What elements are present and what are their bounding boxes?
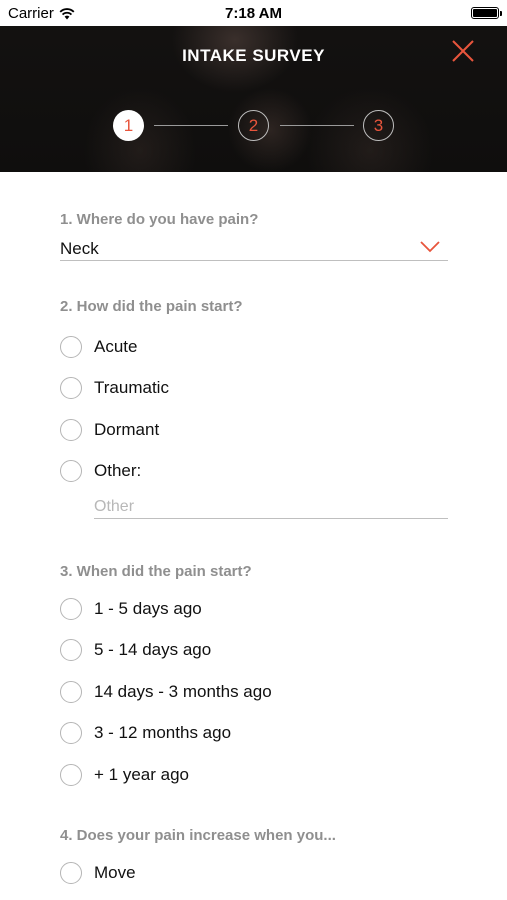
option-label: Move	[94, 863, 136, 882]
radio-button[interactable]	[60, 764, 82, 786]
survey-form: 1. Where do you have pain? Neck 2. How d…	[0, 172, 507, 900]
step-progress: 1 2 3	[113, 110, 395, 143]
radio-button[interactable]	[60, 862, 82, 884]
radio-button[interactable]	[60, 460, 82, 482]
radio-button[interactable]	[60, 639, 82, 661]
status-bar: Carrier 7:18 AM	[0, 0, 507, 26]
intake-survey-screen: Carrier 7:18 AM INTAKE SURVEY 1 2 3 1. W…	[0, 0, 507, 900]
option-move[interactable]: Move	[60, 860, 136, 886]
option-label: Acute	[94, 337, 138, 356]
question-2-label: 2. How did the pain start?	[60, 298, 243, 315]
step-connector	[280, 125, 354, 126]
option-14-days-3-months[interactable]: 14 days - 3 months ago	[60, 679, 272, 705]
option-5-14-days[interactable]: 5 - 14 days ago	[60, 637, 211, 663]
option-label: + 1 year ago	[94, 765, 189, 784]
option-label: 14 days - 3 months ago	[94, 682, 272, 701]
option-acute[interactable]: Acute	[60, 334, 137, 360]
radio-button[interactable]	[60, 419, 82, 441]
step-3-indicator[interactable]: 3	[363, 110, 394, 141]
question-4-label: 4. Does your pain increase when you...	[60, 827, 336, 844]
other-cause-input[interactable]	[94, 496, 448, 519]
option-other[interactable]: Other:	[60, 458, 141, 484]
option-dormant[interactable]: Dormant	[60, 417, 159, 443]
step-1-indicator[interactable]: 1	[113, 110, 144, 141]
close-icon[interactable]	[448, 36, 478, 66]
question-3-label: 3. When did the pain start?	[60, 563, 252, 580]
pain-location-value: Neck	[60, 239, 99, 258]
option-label: Dormant	[94, 420, 160, 439]
option-1-year[interactable]: + 1 year ago	[60, 762, 189, 788]
status-time: 7:18 AM	[225, 5, 282, 22]
option-1-5-days[interactable]: 1 - 5 days ago	[60, 596, 202, 622]
option-label: Other:	[94, 461, 142, 480]
radio-button[interactable]	[60, 598, 82, 620]
radio-button[interactable]	[60, 722, 82, 744]
step-2-indicator[interactable]: 2	[238, 110, 269, 141]
option-label: 1 - 5 days ago	[94, 599, 202, 618]
option-label: 5 - 14 days ago	[94, 640, 212, 659]
step-connector	[154, 125, 228, 126]
header: Carrier 7:18 AM INTAKE SURVEY 1 2 3	[0, 0, 507, 172]
battery-level	[473, 9, 497, 17]
option-label: Traumatic	[94, 378, 169, 397]
page-title: INTAKE SURVEY	[182, 46, 325, 65]
radio-button[interactable]	[60, 681, 82, 703]
radio-button[interactable]	[60, 377, 82, 399]
option-3-12-months[interactable]: 3 - 12 months ago	[60, 720, 231, 746]
battery-icon	[471, 7, 502, 19]
pain-location-dropdown[interactable]: Neck	[60, 238, 448, 261]
question-1-label: 1. Where do you have pain?	[60, 211, 259, 228]
option-traumatic[interactable]: Traumatic	[60, 375, 169, 401]
radio-button[interactable]	[60, 336, 82, 358]
option-label: 3 - 12 months ago	[94, 723, 232, 742]
chevron-down-icon	[420, 241, 440, 253]
